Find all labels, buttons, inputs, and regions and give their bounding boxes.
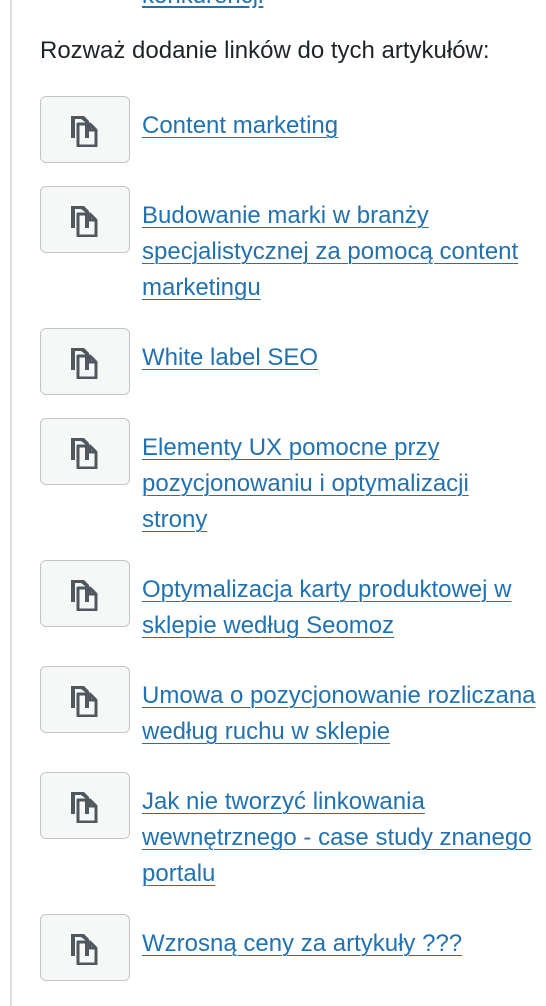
copy-icon (71, 791, 98, 823)
suggested-article-link[interactable]: Umowa o pozycjonowanie rozliczana według… (142, 678, 536, 750)
suggested-article-link[interactable]: Elementy UX pomocne przy pozycjonowaniu … (142, 430, 536, 538)
suggested-article-link[interactable]: White label SEO (142, 340, 536, 376)
suggested-article-link[interactable]: Jak nie tworzyć linkowania wewnętrznego … (142, 784, 536, 892)
copy-icon (71, 933, 98, 965)
suggested-article-link[interactable]: Content marketing (142, 108, 536, 144)
copy-link-button[interactable] (40, 328, 130, 395)
copy-link-button[interactable] (40, 914, 130, 981)
suggested-article-link[interactable]: Wzrosną ceny za artykuły ??? (142, 926, 536, 962)
suggested-article-link[interactable]: Optymalizacja karty produktowej w sklepi… (142, 572, 536, 644)
copy-icon (71, 685, 98, 717)
copy-icon (71, 437, 98, 469)
copy-icon (71, 205, 98, 237)
copy-icon (71, 347, 98, 379)
copy-link-button[interactable] (40, 666, 130, 733)
copy-icon (71, 115, 98, 147)
copy-link-button[interactable] (40, 772, 130, 839)
previous-article-link[interactable]: konkurencji (142, 0, 263, 8)
copy-link-button[interactable] (40, 96, 130, 163)
suggested-article-link[interactable]: Budowanie marki w branży specjalistyczne… (142, 198, 536, 306)
copy-link-button[interactable] (40, 186, 130, 253)
panel-left-border (10, 0, 12, 1006)
copy-icon (71, 579, 98, 611)
copy-link-button[interactable] (40, 418, 130, 485)
copy-link-button[interactable] (40, 560, 130, 627)
suggestions-intro-text: Rozważ dodanie linków do tych artykułów: (40, 37, 490, 64)
